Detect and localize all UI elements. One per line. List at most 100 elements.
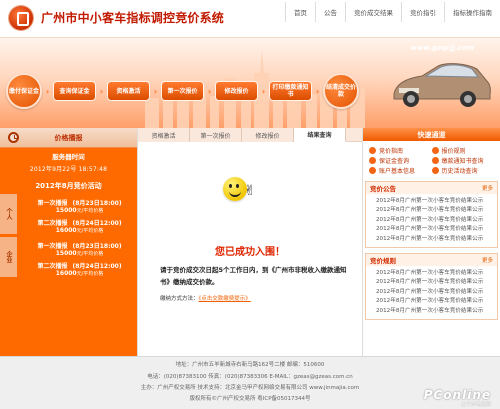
enterprise-group: 企业 第一次播报 (8月23日18:00) 15000元/平均价格 第二次播报 (8… [0, 237, 137, 277]
dot-icon [431, 156, 439, 164]
individual-item-1: 第一次播报 (8月23日18:00) 15000元/平均价格 [22, 198, 137, 214]
step-modify-quote[interactable]: 修改报价 [215, 81, 258, 101]
tab-result-query[interactable]: 结果查询 [294, 128, 346, 142]
enterprise-item-2: 第二次播报 (8月24日12:00) 16000元/平均价格 [22, 261, 137, 277]
arrow-icon: › [153, 86, 158, 96]
payment-method-label: 缴纳方式方法： [160, 296, 199, 302]
quick-link-payment-notice[interactable]: 缴款通知书查询 [431, 155, 495, 165]
rules-item[interactable]: 2012年8月广州第一次小客车竞价结果公示 [376, 288, 493, 297]
tab-modify-quote[interactable]: 修改报价 [242, 128, 294, 142]
price-broadcast-title: 价格播报 [54, 133, 83, 142]
broadcast-price: 16000 [55, 227, 77, 234]
broadcast-price: 15000 [55, 207, 77, 214]
announcement-item[interactable]: 2012年8月广州第一次小客车竞价结果公示 [376, 225, 493, 234]
dot-icon [369, 146, 376, 154]
dot-icon [431, 146, 439, 154]
individual-item-2: 第二次播报 (8月24日12:00) 16000元/平均价格 [22, 218, 137, 234]
enterprise-schedule: 第一次播报 (8月23日18:00) 15000元/平均价格 第二次播报 (8月24… [17, 237, 137, 277]
quick-link-history-query[interactable]: 历史活动查询 [431, 165, 495, 175]
rules-header: 竞价规则 更多 [366, 254, 497, 267]
price-broadcast-header: 价格播报 [0, 128, 137, 148]
rules-title: 竞价规则 [370, 257, 396, 266]
broadcast-date: (8月24日12:00) [72, 220, 122, 227]
page-root: 广州市中小客车指标调控竞价系统 首页 公告 竞价成交结果 竞价指引 指标操作指南 [0, 0, 500, 409]
rules-more-link[interactable]: 更多 [482, 256, 493, 264]
quick-link-label: 竞价指南 [379, 147, 404, 155]
top-header: 广州市中小客车指标调控竞价系统 首页 公告 竞价成交结果 竞价指引 指标操作指南 [0, 0, 500, 38]
nav-guide[interactable]: 竞价指引 [401, 2, 444, 22]
rules-item[interactable]: 2012年8月广州第一次小客车竞价结果公示 [376, 307, 493, 316]
dot-icon [369, 156, 376, 164]
announcement-item[interactable]: 2012年8月广州第一次小客车竞价结果公示 [376, 235, 493, 244]
footer-contact: 电话：(020)87383100 传真：(020)87383306 E-MAIL… [147, 374, 353, 380]
step-check-deposit[interactable]: 查询保证金 [53, 81, 96, 101]
announcement-item[interactable]: 2012年8月广州第一次小客车竞价结果公示 [376, 197, 493, 206]
broadcast-name: 第一次播报 [37, 243, 68, 250]
quick-link-quote-rules[interactable]: 报价规则 [431, 145, 495, 155]
step-settle-payment[interactable]: 结清成交价款 [323, 73, 359, 109]
nav-announcements[interactable]: 公告 [315, 2, 345, 22]
broadcast-unit: 元/平均价格 [76, 228, 104, 234]
broadcast-price: 15000 [55, 250, 77, 257]
rules-item[interactable]: 2012年8月广州第一次小客车竞价结果公示 [376, 278, 493, 287]
broadcast-date: (8月23日18:00) [72, 243, 122, 250]
tab-first-quote[interactable]: 第一次报价 [190, 128, 242, 142]
activity-title: 2012年8月竞价活动 [35, 182, 102, 190]
quick-link-account-info[interactable]: 账户基本信息 [369, 165, 432, 175]
announcement-list: 2012年8月广州第一次小客车竞价结果公示 2012年8月广州第一次小客车竞价结… [366, 194, 497, 247]
individual-group: 个人 第一次播报 (8月23日18:00) 15000元/平均价格 第二次播报 (8… [0, 194, 137, 234]
sedan-car-image [393, 63, 491, 107]
nav-results[interactable]: 竞价成交结果 [345, 2, 401, 22]
arrow-icon: › [315, 86, 320, 96]
nav-home[interactable]: 首页 [285, 2, 315, 22]
site-logo [9, 6, 33, 30]
step-first-quote[interactable]: 第一次报价 [161, 81, 204, 101]
quick-link-label: 缴款通知书查询 [441, 157, 484, 165]
clock-icon [8, 132, 19, 143]
step-pay-deposit[interactable]: 缴付保证金 [6, 73, 42, 109]
tab-qualification-activation[interactable]: 资格激活 [138, 128, 190, 142]
broadcast-date: (8月23日18:00) [72, 200, 122, 207]
price-broadcast-panel: 价格播报 服务器时间 2012年9月22号 18:57:48 2012年8月竞价… [0, 128, 137, 356]
individual-schedule: 第一次播报 (8月23日18:00) 15000元/平均价格 第二次播报 (8月24… [17, 194, 137, 234]
result-content: ✌ 您已成功入围！ 请于竞价成交次日起5个工作日内，到《广州市非税收入缴款通知书… [138, 142, 362, 356]
announcement-item[interactable]: 2012年8月广州第一次小客车竞价结果公示 [376, 206, 493, 215]
rules-item[interactable]: 2012年8月广州第一次小客车竞价结果公示 [376, 297, 493, 306]
broadcast-name: 第二次播报 [37, 263, 68, 270]
individual-tab: 个人 [0, 194, 17, 234]
quick-link-bidding-guide[interactable]: 竞价指南 [369, 145, 432, 155]
quick-link-deposit-query[interactable]: 保证金查询 [369, 155, 432, 165]
broadcast-unit: 元/平均价格 [76, 251, 104, 257]
site-url: www.gzqcjj.com [410, 44, 474, 52]
broadcast-date: (8月24日12:00) [72, 263, 122, 270]
arrow-icon: › [261, 86, 266, 96]
rules-section: 竞价规则 更多 2012年8月广州第一次小客车竞价结果公示 2012年8月广州第… [365, 253, 498, 321]
server-time-label: 服务器时间 [52, 153, 85, 161]
payment-method: 缴纳方式方法：《点击交款缴费提示》 [160, 294, 251, 302]
result-tabs: 资格激活 第一次报价 修改报价 结果查询 [138, 128, 362, 142]
enterprise-tab: 企业 [0, 237, 17, 277]
victory-hand-icon: ✌ [244, 183, 256, 199]
quick-links-header: 快速通道 [363, 128, 500, 141]
step-print-notice[interactable]: 打印缴款通知书 [269, 81, 312, 101]
announcement-item[interactable]: 2012年8月广州第一次小客车竞价结果公示 [376, 216, 493, 225]
process-steps: 缴付保证金 › 查询保证金 › 资格激活 › 第一次报价 › 修改报价 › 打印… [6, 73, 359, 109]
arrow-icon: › [99, 86, 104, 96]
nav-operation-guide[interactable]: 指标操作指南 [444, 2, 500, 22]
site-footer: 地址：广州市五羊新城寺右新马路162号二楼 邮编：510600 电话：(020)… [0, 356, 500, 409]
announcement-more-link[interactable]: 更多 [482, 184, 493, 192]
success-message: 您已成功入围！ [215, 247, 285, 258]
broadcast-name: 第一次播报 [37, 200, 68, 207]
payment-method-link[interactable]: 《点击交款缴费提示》 [199, 296, 251, 302]
step-qualification-activation[interactable]: 资格激活 [107, 81, 150, 101]
rules-item[interactable]: 2012年8月广州第一次小客车竞价结果公示 [376, 269, 493, 278]
right-sidebar: 快速通道 竞价指南 报价规则 保证金查询 缴款通知书查询 账户基本信息 历史活动… [363, 128, 500, 356]
rules-list: 2012年8月广州第一次小客车竞价结果公示 2012年8月广州第一次小客车竞价结… [366, 266, 497, 319]
quick-link-label: 保证金查询 [379, 157, 410, 165]
footer-address: 地址：广州市五羊新城寺右新马路162号二楼 邮编：510600 [175, 362, 325, 368]
quick-link-label: 历史活动查询 [441, 167, 478, 175]
broadcast-unit: 元/平均价格 [76, 208, 104, 214]
site-title: 广州市中小客车指标调控竞价系统 [41, 11, 225, 25]
result-panel: 资格激活 第一次报价 修改报价 结果查询 ✌ 您已成功入围！ 请于竞价成交次日起… [137, 128, 363, 356]
enterprise-item-1: 第一次播报 (8月23日18:00) 15000元/平均价格 [22, 241, 137, 257]
